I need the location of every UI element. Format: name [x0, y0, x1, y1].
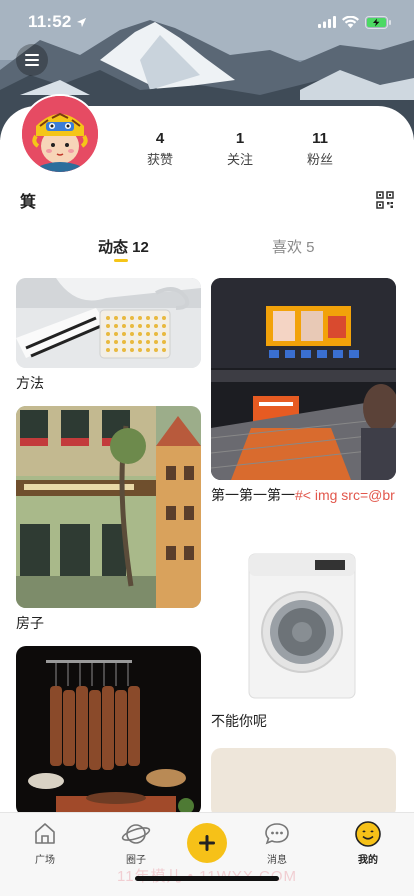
stat-label: 关注 [226, 152, 253, 167]
stat-label: 粉丝 [306, 152, 333, 167]
username: 箕 [20, 194, 37, 211]
post-feed: 方法 第一第一第一#< img src=@br 房子 不能你呢 [0, 276, 414, 812]
wifi-icon [342, 16, 359, 28]
tab-messages[interactable]: 消息 [247, 819, 307, 866]
post-image [211, 540, 396, 706]
post-card[interactable]: 方法 [16, 278, 201, 393]
avatar[interactable] [20, 94, 100, 174]
smiley-icon [355, 821, 381, 847]
stat-label: 获赞 [146, 152, 173, 167]
home-icon [35, 823, 55, 844]
tiger-avatar-illustration [22, 96, 98, 172]
post-image [211, 278, 396, 480]
post-caption: 方法 [16, 375, 44, 391]
plus-icon [199, 835, 215, 851]
menu-button[interactable] [16, 44, 48, 76]
tab-likes[interactable]: 喜欢 5 [272, 236, 315, 257]
post-card[interactable] [211, 748, 396, 812]
create-post-button[interactable] [187, 823, 227, 863]
status-time: 11:52 [28, 12, 87, 32]
content-tabs: 动态 12 喜欢 5 [0, 236, 414, 266]
post-image [211, 748, 396, 812]
active-tab-indicator [114, 259, 128, 262]
stat-following[interactable]: 1 关注 [200, 130, 280, 168]
tab-label: 圈子 [126, 855, 146, 866]
caption-text: 第一第一第一 [211, 487, 295, 503]
post-image [16, 406, 201, 608]
tab-plaza[interactable]: 广场 [15, 819, 75, 866]
bottom-tab-bar: 广场 圈子 消息 我的 [0, 812, 414, 896]
post-image [16, 278, 201, 368]
tab-posts[interactable]: 动态 12 [98, 236, 149, 257]
tab-label: 我的 [358, 855, 378, 866]
home-indicator [135, 876, 279, 881]
tab-label: 消息 [267, 855, 287, 866]
stat-value: 4 [155, 130, 165, 147]
location-arrow-icon [76, 17, 86, 27]
post-card[interactable] [16, 646, 201, 812]
stat-likes[interactable]: 4 获赞 [120, 130, 200, 168]
hamburger-menu-icon [25, 54, 39, 66]
qr-code-button[interactable] [376, 191, 394, 209]
qr-code-icon [376, 191, 394, 209]
chat-bubble-icon [265, 823, 289, 845]
planet-icon [121, 824, 151, 844]
tab-label: 广场 [35, 855, 55, 866]
cellular-signal-icon [318, 16, 336, 28]
status-bar: 11:52 [0, 0, 414, 44]
battery-charging-icon [365, 15, 391, 29]
tab-me[interactable]: 我的 [338, 819, 398, 866]
stat-value: 11 [312, 130, 328, 147]
stat-value: 1 [235, 130, 245, 147]
post-card[interactable]: 房子 [16, 406, 201, 633]
profile-stats: 4 获赞 1 关注 11 粉丝 [120, 130, 410, 168]
post-caption: 不能你呢 [211, 713, 267, 729]
stat-followers[interactable]: 11 粉丝 [280, 130, 360, 168]
post-card[interactable]: 不能你呢 [211, 540, 396, 731]
caption-highlight: #< img src=@br [295, 487, 395, 503]
tab-circle[interactable]: 圈子 [106, 819, 166, 866]
post-caption: 房子 [16, 615, 44, 631]
post-image [16, 646, 201, 812]
post-caption: 第一第一第一#< img src=@br [211, 486, 396, 505]
post-card[interactable]: 第一第一第一#< img src=@br [211, 278, 396, 505]
clock-text: 11:52 [28, 12, 72, 31]
